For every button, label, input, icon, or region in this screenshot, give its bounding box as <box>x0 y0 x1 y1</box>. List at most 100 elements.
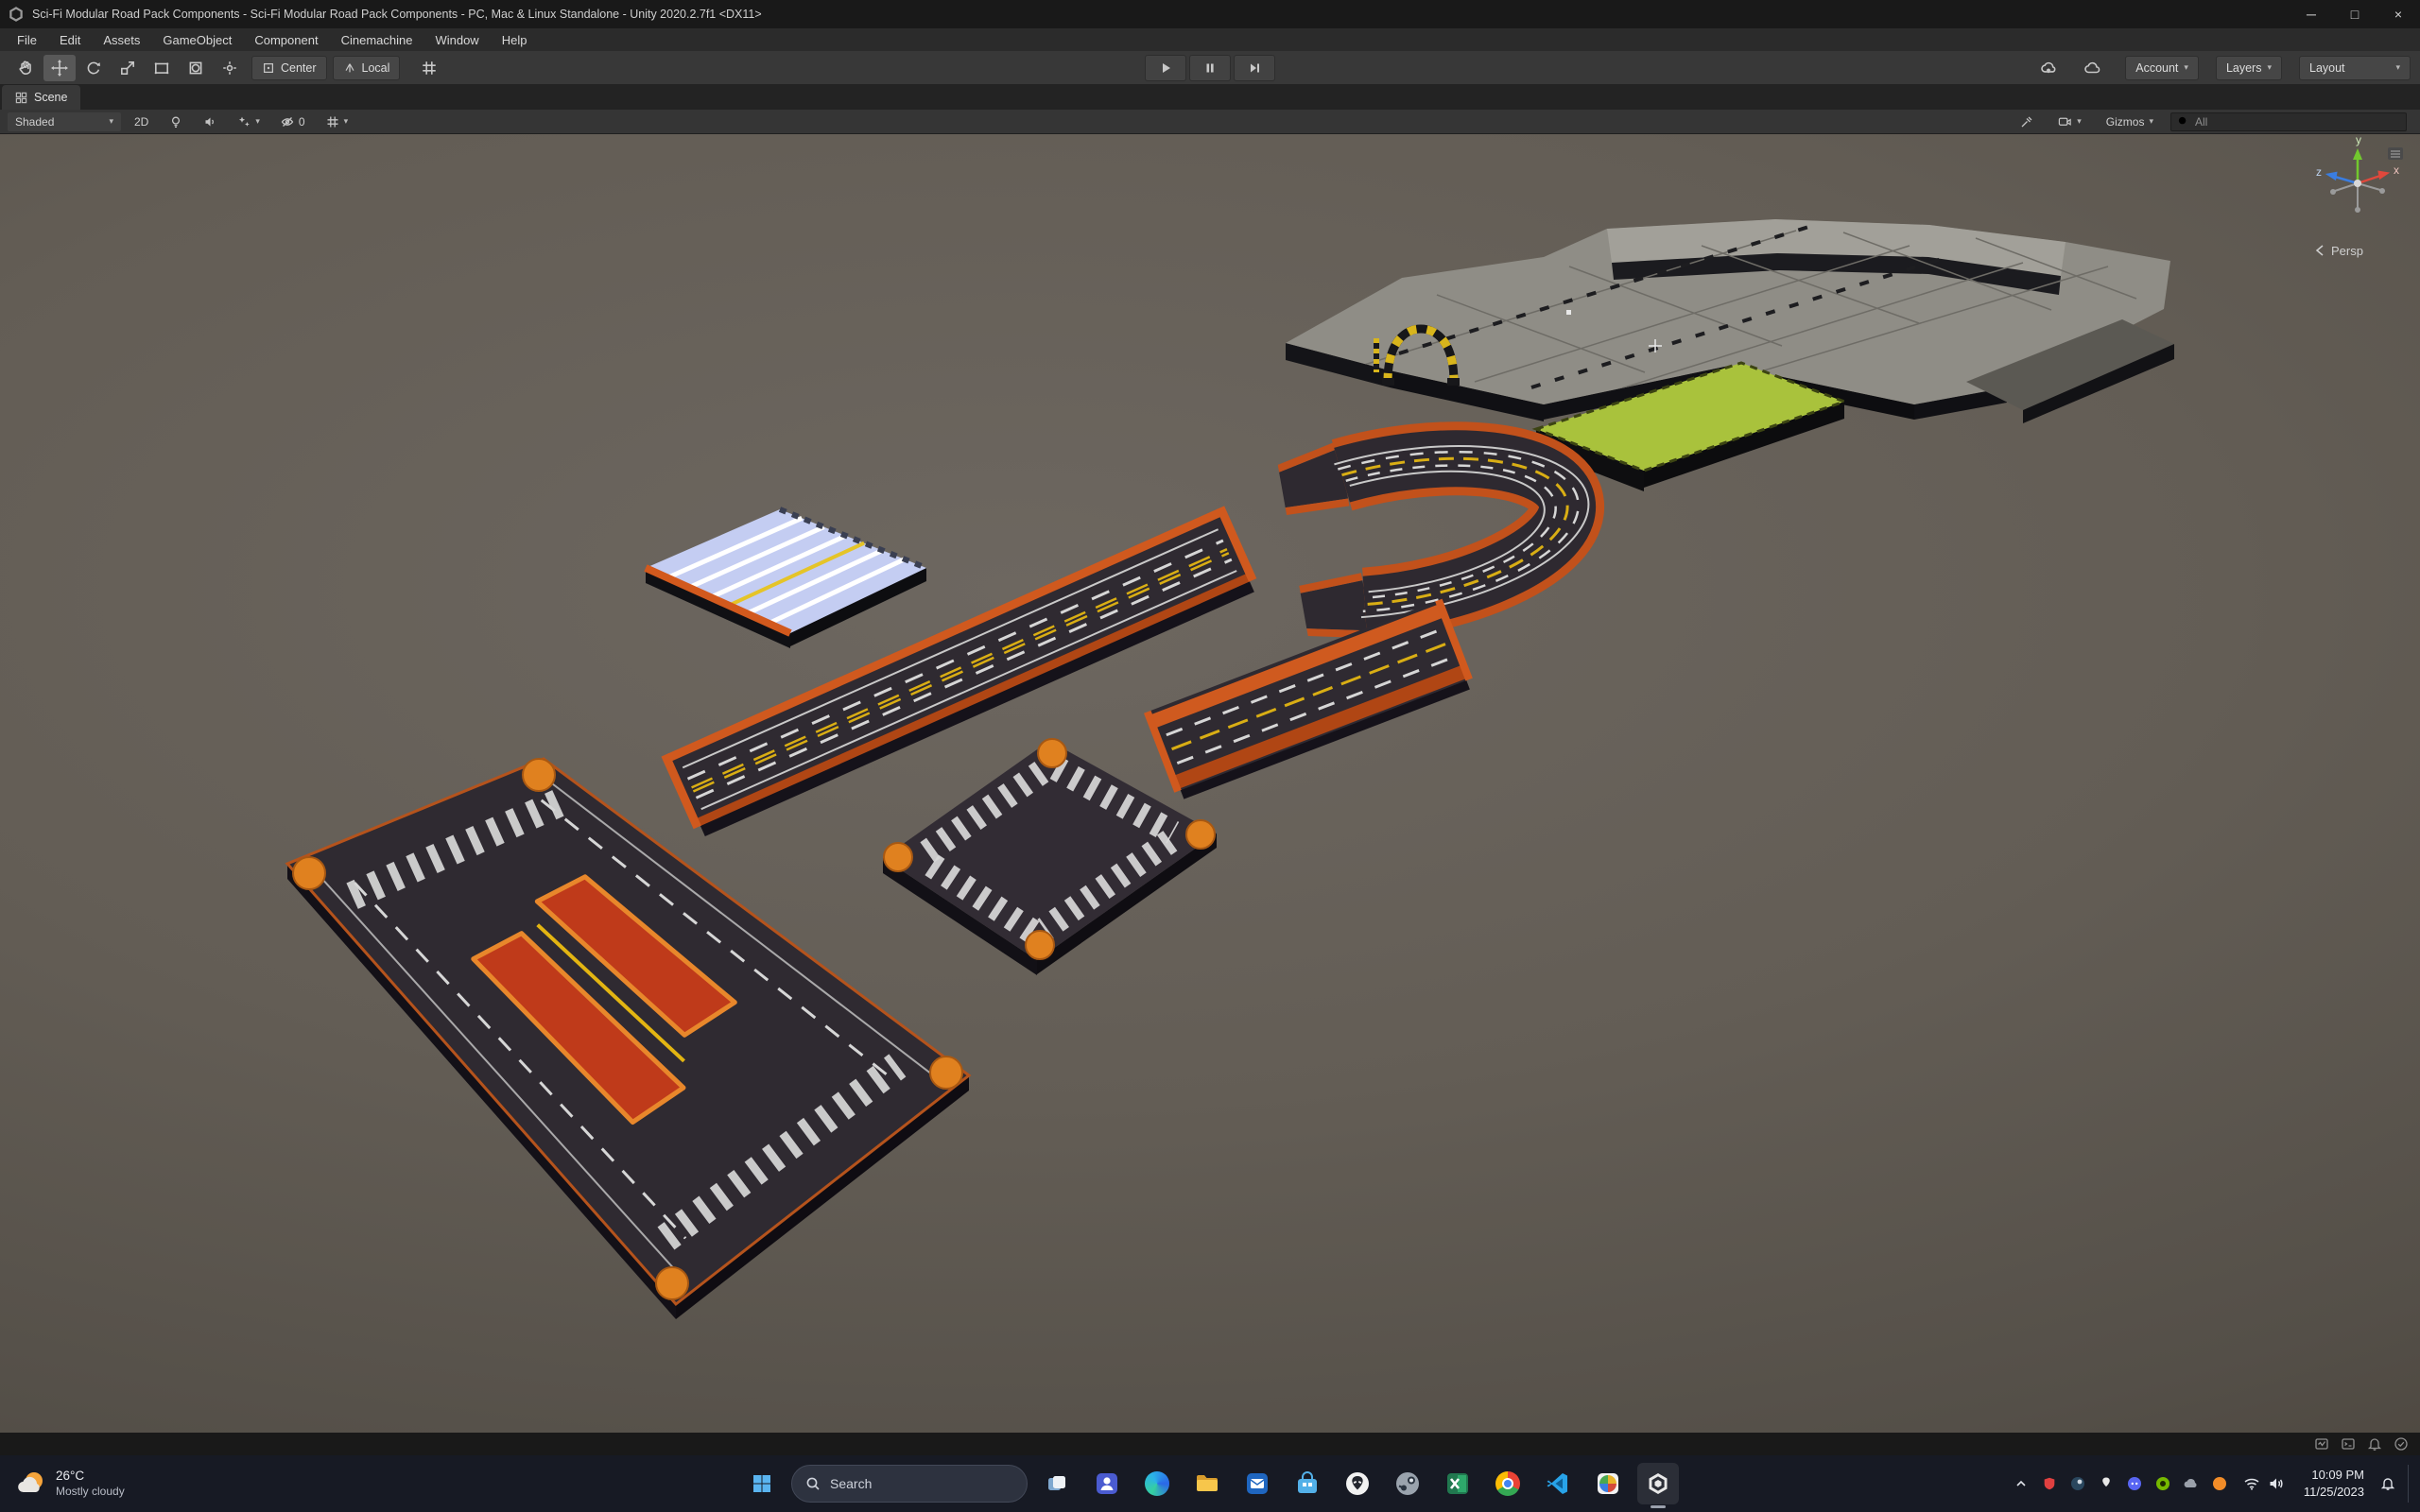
gizmo-menu-icon[interactable] <box>2388 147 2403 160</box>
taskbar-clock[interactable]: 10:09 PM 11/25/2023 <box>2296 1467 2372 1500</box>
scene-camera-dropdown[interactable]: ▾ <box>2050 112 2089 131</box>
start-button[interactable] <box>741 1463 783 1504</box>
2d-toggle[interactable]: 2D <box>127 112 156 131</box>
menu-gameobject[interactable]: GameObject <box>151 28 243 51</box>
scene-3d-content: y z x Persp <box>285 134 2403 1319</box>
chevron-down-icon: ▾ <box>2267 62 2272 72</box>
taskbar-app-teams[interactable] <box>1086 1463 1128 1504</box>
wifi-icon <box>2244 1478 2259 1490</box>
scene-viewport[interactable]: y z x Persp <box>0 134 2420 1433</box>
system-indicators[interactable] <box>2236 1476 2292 1491</box>
layout-dropdown[interactable]: Layout ▾ <box>2299 55 2411 80</box>
taskbar-app-unity[interactable] <box>1637 1463 1679 1508</box>
status-activity-icon[interactable] <box>2314 1436 2329 1452</box>
show-desktop-button[interactable] <box>2408 1465 2412 1503</box>
taskbar-app-microsoft-store[interactable] <box>1287 1463 1328 1504</box>
taskbar-app-edge[interactable] <box>1136 1463 1178 1504</box>
grid-snapping-button[interactable] <box>413 55 445 81</box>
taskbar-app-file-explorer[interactable] <box>1186 1463 1228 1504</box>
road-avenue-piece[interactable] <box>285 757 972 1319</box>
menu-file[interactable]: File <box>6 28 48 51</box>
chevron-down-icon: ▾ <box>2149 116 2153 126</box>
tray-expand-button[interactable] <box>2009 1471 2033 1496</box>
menu-edit[interactable]: Edit <box>48 28 92 51</box>
lightbulb-icon <box>172 116 181 128</box>
status-console-icon[interactable] <box>2341 1436 2356 1452</box>
tray-icon-epic[interactable] <box>2207 1471 2232 1496</box>
tray-icon-steam[interactable] <box>2066 1471 2090 1496</box>
teams-icon <box>1097 1473 1117 1494</box>
custom-tool-button[interactable] <box>214 55 246 81</box>
chrome-icon <box>1495 1471 1520 1496</box>
scene-search-field[interactable]: All <box>2170 112 2407 131</box>
taskbar-app-outlook[interactable] <box>1236 1463 1278 1504</box>
menu-assets[interactable]: Assets <box>92 28 151 51</box>
steam-icon <box>1396 1472 1419 1495</box>
taskbar-search-input[interactable] <box>830 1476 991 1491</box>
scene-visibility-toggle[interactable]: 0 <box>273 112 313 131</box>
axis-icon <box>345 62 354 72</box>
tray-icon-alienware[interactable] <box>2094 1471 2118 1496</box>
search-icon <box>2178 116 2188 127</box>
shading-mode-label: Shaded <box>15 114 55 129</box>
collab-button[interactable] <box>2032 55 2065 81</box>
tray-icon-onedrive[interactable] <box>2179 1471 2204 1496</box>
road-intersection[interactable] <box>883 738 1217 975</box>
layers-dropdown[interactable]: Layers ▾ <box>2215 55 2282 80</box>
play-button[interactable] <box>1145 55 1186 81</box>
cloud-button[interactable] <box>2076 55 2108 81</box>
editor-tools-button[interactable] <box>2013 112 2041 131</box>
task-view-button[interactable] <box>1036 1463 1078 1504</box>
scene-lighting-toggle[interactable] <box>162 112 190 131</box>
taskbar-app-alienware[interactable] <box>1337 1463 1378 1504</box>
wrench-icon <box>2021 116 2032 127</box>
orientation-gizmo[interactable]: y z x <box>2316 134 2399 213</box>
taskbar-app-chrome[interactable] <box>1487 1463 1529 1504</box>
layout-label: Layout <box>2309 60 2345 75</box>
weather-widget[interactable]: 26°C Mostly cloudy <box>8 1463 132 1504</box>
bell-icon <box>2380 1478 2395 1490</box>
orientation-toggle-button[interactable]: Local <box>332 55 401 80</box>
projection-toggle[interactable]: Persp <box>2315 244 2363 258</box>
taskbar-app-excel[interactable] <box>1437 1463 1478 1504</box>
scale-tool-button[interactable] <box>112 55 144 81</box>
gizmos-dropdown[interactable]: Gizmos ▾ <box>2099 112 2161 131</box>
pause-button[interactable] <box>1189 55 1231 81</box>
tray-icon-nvidia[interactable] <box>2151 1471 2175 1496</box>
scene-tab-label: Scene <box>34 91 68 104</box>
taskbar-search[interactable] <box>791 1465 1028 1503</box>
maximize-button[interactable]: □ <box>2333 0 2377 28</box>
step-button[interactable] <box>1234 55 1275 81</box>
tab-scene[interactable]: Scene <box>2 85 81 110</box>
scene-grid-dropdown[interactable]: ▾ <box>319 112 356 131</box>
tray-icon-mcafee[interactable] <box>2037 1471 2062 1496</box>
window-title: Sci-Fi Modular Road Pack Components - Sc… <box>32 8 762 21</box>
taskbar-app-vscode[interactable] <box>1537 1463 1579 1504</box>
rect-tool-button[interactable] <box>146 55 178 81</box>
notification-bell-button[interactable] <box>2376 1471 2400 1496</box>
close-button[interactable]: × <box>2377 0 2420 28</box>
tray-icon-discord[interactable] <box>2122 1471 2147 1496</box>
transform-tool-button[interactable] <box>180 55 212 81</box>
blue-striped-tile[interactable] <box>644 507 928 648</box>
grid-icon <box>15 92 27 103</box>
scene-audio-toggle[interactable] <box>196 112 224 131</box>
account-dropdown[interactable]: Account ▾ <box>2125 55 2199 80</box>
status-notifications-icon[interactable] <box>2367 1436 2382 1452</box>
hand-tool-button[interactable] <box>9 55 42 81</box>
pivot-toggle-button[interactable]: Center <box>251 55 327 80</box>
menu-component[interactable]: Component <box>243 28 329 51</box>
chevron-down-icon: ▾ <box>109 116 113 126</box>
rotate-tool-button[interactable] <box>78 55 110 81</box>
menu-cinemachine[interactable]: Cinemachine <box>330 28 424 51</box>
menu-help[interactable]: Help <box>491 28 539 51</box>
windows-logo-icon <box>753 1475 770 1492</box>
status-check-icon[interactable] <box>2394 1436 2409 1452</box>
move-tool-button[interactable] <box>43 54 76 81</box>
minimize-button[interactable]: ─ <box>2290 0 2333 28</box>
taskbar-app-photos[interactable] <box>1587 1463 1629 1504</box>
scene-effects-dropdown[interactable]: ▾ <box>230 112 268 131</box>
taskbar-app-steam[interactable] <box>1387 1463 1428 1504</box>
menu-window[interactable]: Window <box>424 28 490 51</box>
shading-mode-dropdown[interactable]: Shaded ▾ <box>8 112 121 131</box>
